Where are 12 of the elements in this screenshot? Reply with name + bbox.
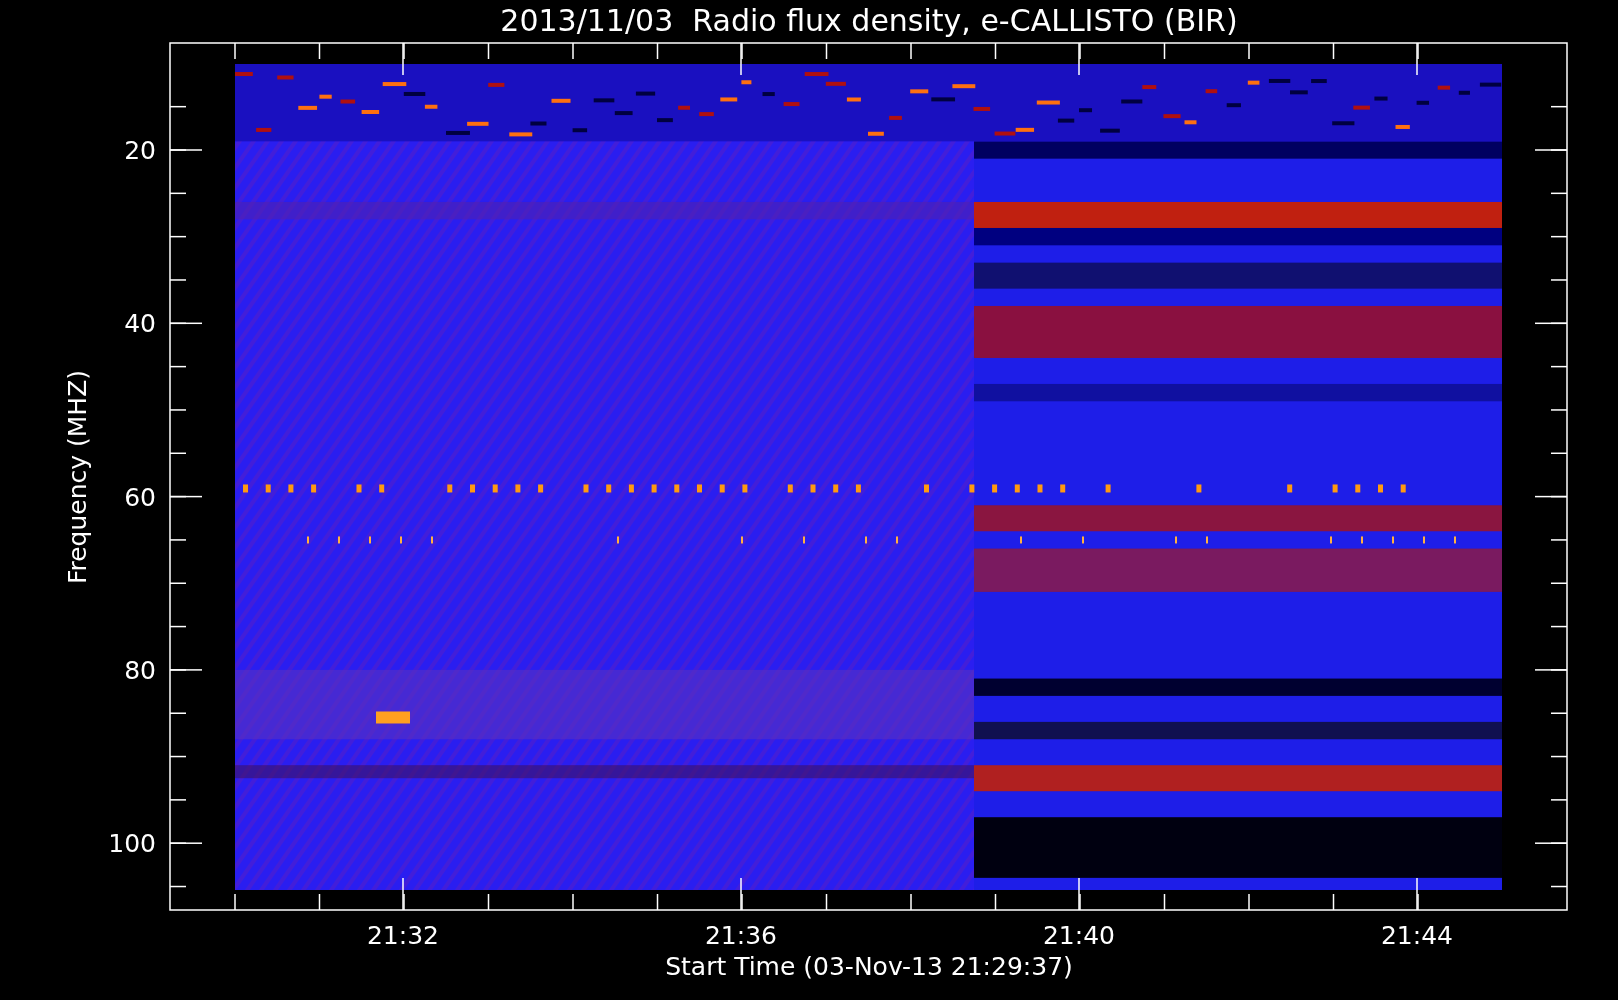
x-tick-label: 21:32 — [367, 921, 439, 950]
y-tick-label: 60 — [124, 482, 156, 512]
y-axis-label: Frequency (MHZ) — [63, 369, 92, 585]
y-tick-label: 100 — [108, 829, 156, 859]
x-tick-label: 21:44 — [1381, 921, 1453, 950]
x-tick-label: 21:40 — [1043, 921, 1115, 950]
x-axis-label: Start Time (03-Nov-13 21:29:37) — [665, 952, 1073, 981]
chart-title: 2013/11/03 Radio flux density, e-CALLISTO (BIR) — [500, 3, 1238, 38]
y-tick-label: 20 — [124, 136, 156, 165]
x-tick-label: 21:36 — [705, 921, 777, 950]
y-tick-label: 80 — [124, 655, 156, 685]
y-tick-label: 40 — [124, 309, 156, 339]
